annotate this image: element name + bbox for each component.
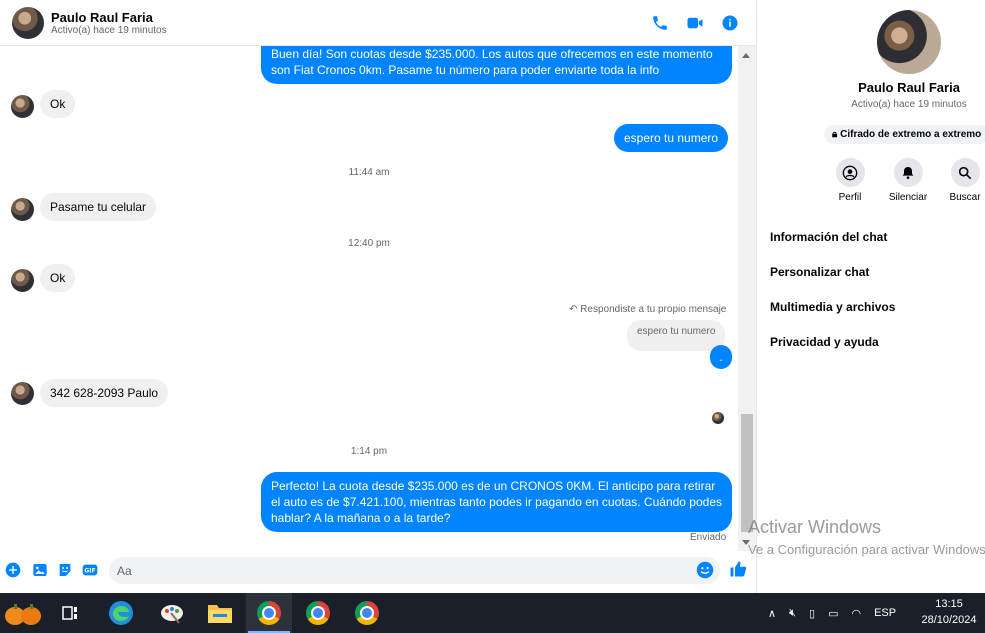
menu-chat-info[interactable]: Información del chat	[770, 230, 887, 244]
mute-action[interactable]: Silenciar	[878, 158, 938, 203]
image-icon[interactable]	[31, 561, 49, 579]
info-icon[interactable]	[719, 12, 741, 34]
message-list: Buen día! Son cuotas desde $235.000. Los…	[0, 46, 738, 551]
message-input[interactable]	[117, 562, 687, 579]
gif-icon[interactable]: GIF	[81, 561, 99, 579]
like-icon[interactable]	[728, 559, 748, 579]
contact-avatar[interactable]	[12, 7, 44, 39]
sticker-icon[interactable]	[56, 561, 74, 579]
message-outgoing[interactable]: Buen día! Son cuotas desde $235.000. Los…	[261, 46, 732, 84]
battery-icon[interactable]: ▭	[828, 607, 838, 620]
lock-icon: 🔒︎	[832, 129, 838, 140]
composer: GIF	[0, 551, 756, 593]
wifi-icon[interactable]: ◠	[851, 607, 861, 620]
message-outgoing[interactable]: Perfecto! La cuota desde $235.000 es de …	[261, 472, 732, 532]
pumpkin-widget-icon[interactable]	[0, 593, 46, 633]
action-label: Perfil	[838, 192, 862, 203]
message-scrollbar[interactable]	[738, 46, 756, 551]
profile-action[interactable]: Perfil	[820, 158, 880, 203]
contact-avatar-small[interactable]	[11, 198, 34, 221]
profile-name: Paulo Raul Faria	[858, 80, 960, 95]
bell-icon[interactable]	[893, 158, 923, 187]
clock[interactable]: 13:15 28/10/2024	[917, 596, 981, 628]
sent-status: Enviado	[690, 532, 727, 543]
file-explorer-icon[interactable]	[197, 593, 243, 633]
clock-time: 13:15	[935, 598, 963, 610]
edge-icon[interactable]	[98, 593, 144, 633]
message-incoming[interactable]: Ok	[40, 90, 76, 118]
search-icon[interactable]	[950, 158, 980, 187]
timestamp: 12:40 pm	[348, 238, 390, 249]
seen-avatar	[712, 412, 724, 424]
search-action[interactable]: Buscar	[935, 158, 985, 203]
timestamp: 11:44 am	[348, 167, 390, 178]
encryption-label: Cifrado de extremo a extremo	[840, 129, 982, 140]
system-tray: ∧ 🔇︎ ▯ ▭ ◠ ESP	[768, 593, 896, 633]
contact-avatar-small[interactable]	[11, 269, 34, 292]
chat-info-panel: Paulo Raul Faria Activo(a) hace 19 minut…	[756, 0, 985, 593]
scroll-thumb[interactable]	[741, 414, 753, 532]
profile-icon[interactable]	[835, 158, 865, 187]
paint-icon[interactable]	[149, 593, 195, 633]
chrome-window-2-icon[interactable]	[295, 593, 341, 633]
profile-avatar[interactable]	[877, 10, 941, 74]
phone-icon[interactable]	[649, 12, 671, 34]
contact-avatar-small[interactable]	[11, 95, 34, 118]
reply-icon: ↶	[569, 304, 581, 315]
plus-icon[interactable]	[4, 561, 22, 579]
message-incoming[interactable]: Ok	[40, 264, 76, 292]
reply-indicator: ↶ Respondiste a tu propio mensaje	[569, 304, 726, 315]
volume-muted-icon[interactable]: 🔇︎	[789, 607, 796, 620]
video-icon[interactable]	[684, 12, 706, 34]
activation-subtitle: Ve a Configuración para activar Windows.	[748, 542, 985, 557]
message-incoming[interactable]: Pasame tu celular	[40, 193, 157, 221]
menu-customize-chat[interactable]: Personalizar chat	[770, 265, 869, 279]
chevron-up-icon[interactable]: ∧	[768, 607, 776, 620]
task-view-icon[interactable]	[47, 593, 93, 633]
clock-date: 28/10/2024	[921, 614, 977, 626]
device-icon[interactable]: ▯	[809, 607, 815, 620]
contact-avatar-small[interactable]	[11, 382, 34, 405]
message-incoming[interactable]: 342 628-2093 Paulo	[40, 379, 169, 407]
chat-header: Paulo Raul Faria Activo(a) hace 19 minut…	[0, 0, 756, 46]
message-outgoing[interactable]: .	[710, 345, 732, 369]
action-label: Silenciar	[888, 192, 928, 203]
contact-name[interactable]: Paulo Raul Faria	[51, 10, 153, 25]
quoted-message[interactable]: espero tu numero	[627, 320, 726, 351]
reply-note: Respondiste a tu propio mensaje	[580, 304, 727, 315]
timestamp: 1:14 pm	[350, 446, 388, 457]
action-label: Buscar	[949, 192, 981, 203]
svg-text:GIF: GIF	[84, 568, 95, 575]
message-outgoing[interactable]: espero tu numero	[614, 124, 729, 152]
message-input-wrap	[109, 557, 720, 584]
chrome-window-1-icon[interactable]	[246, 593, 292, 633]
messenger-window: Paulo Raul Faria Activo(a) hace 19 minut…	[0, 0, 985, 593]
contact-status: Activo(a) hace 19 minutos	[51, 25, 167, 36]
taskbar: ∧ 🔇︎ ▯ ▭ ◠ ESP 13:15 28/10/2024	[0, 593, 985, 633]
menu-media-files[interactable]: Multimedia y archivos	[770, 300, 895, 314]
emoji-icon[interactable]	[696, 561, 714, 579]
language-indicator[interactable]: ESP	[874, 607, 896, 619]
profile-status: Activo(a) hace 19 minutos	[851, 99, 967, 110]
scroll-up-arrow[interactable]	[742, 53, 750, 58]
activation-title: Activar Windows	[748, 517, 882, 537]
chrome-window-3-icon[interactable]	[344, 593, 390, 633]
menu-privacy-help[interactable]: Privacidad y ayuda	[770, 335, 879, 349]
encryption-badge[interactable]: 🔒︎ Cifrado de extremo a extremo	[824, 125, 985, 144]
